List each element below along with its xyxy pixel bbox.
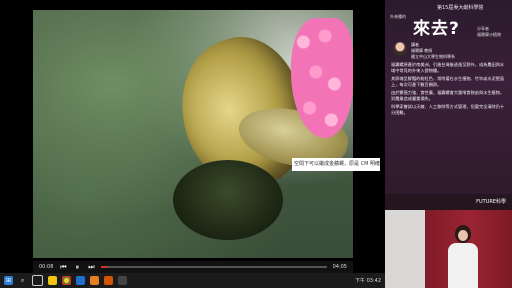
seek-progress xyxy=(101,266,109,268)
article-paragraph: 其卵塊呈鮮豔的粉紅色，常附著在水生植物、竹竿或水泥壁面上，每次可產下數百顆卵。 xyxy=(391,76,505,87)
rewind-icon[interactable]: ⏮ xyxy=(59,263,67,271)
slide-panel: 第15屆吳大猷科學營 外來種的 來去? 分享者 福爾摩沙植物 講者 福爾摩 教授… xyxy=(385,0,512,210)
speaker-info: 講者 福爾摩 教授 國立中山大學生物科學系 xyxy=(411,42,455,59)
speaker-face xyxy=(458,230,468,241)
main-title: 來去? xyxy=(413,19,460,39)
stage-wall xyxy=(385,210,425,288)
snail-body-image xyxy=(173,160,283,240)
file-explorer-icon[interactable] xyxy=(48,276,57,285)
banner-logo: FUTURE科學 xyxy=(476,199,506,205)
footer-banner: FUTURE科學 xyxy=(385,194,512,210)
article-paragraph: 由於繁殖力強、食性廣，福壽螺會大量啃食秧苗與水生植物，對農業造成嚴重損失。 xyxy=(391,90,505,101)
video-icon[interactable] xyxy=(118,276,127,285)
pause-icon[interactable]: ⏸ xyxy=(73,263,81,271)
seek-bar[interactable] xyxy=(101,266,327,268)
speaker-body xyxy=(448,243,478,288)
taskbar: ⊞ ⌕ 下午 03:42 xyxy=(0,273,385,288)
video-caption: 空間下可以繼成金蘋螺，原是 CM 明確因素 xyxy=(292,158,380,171)
event-title: 第15屆吳大猷科學營 xyxy=(437,5,484,11)
tray-clock: 下午 03:42 xyxy=(355,278,381,284)
start-icon[interactable]: ⊞ xyxy=(4,276,13,285)
speaker-avatar xyxy=(393,42,407,56)
total-time: 04:05 xyxy=(332,264,347,270)
snail-photo xyxy=(33,10,353,258)
article-text: 福壽螺原產於南美洲，引進台灣後逃逸至野外，成為農田與水域中常見的外來入侵物種。 … xyxy=(391,62,507,187)
player-controls[interactable]: 00:08 ⏮ ⏸ ⏭ 04:05 xyxy=(33,261,353,273)
small-title: 外來種的 xyxy=(390,14,406,19)
task-view-icon[interactable] xyxy=(32,275,43,286)
speaker-video xyxy=(385,210,512,288)
speaker-person xyxy=(445,225,481,288)
slides-icon[interactable] xyxy=(104,276,113,285)
article-paragraph: 科學家嘗試以天敵、人工移除等方式管理，但要完全清除仍十分困難。 xyxy=(391,104,505,115)
search-icon[interactable]: ⌕ xyxy=(18,276,27,285)
forward-icon[interactable]: ⏭ xyxy=(87,263,95,271)
current-time: 00:08 xyxy=(39,264,54,270)
article-paragraph: 福壽螺原產於南美洲，引進台灣後逃逸至野外，成為農田與水域中常見的外來入侵物種。 xyxy=(391,62,505,73)
media-icon[interactable] xyxy=(90,276,99,285)
side-note: 分享者 福爾摩沙植物 xyxy=(477,26,501,37)
main-video-view[interactable]: 空間下可以繼成金蘋螺，原是 CM 明確因素 00:08 ⏮ ⏸ ⏭ 04:05 xyxy=(0,0,385,273)
mail-icon[interactable] xyxy=(76,276,85,285)
browser-icon[interactable] xyxy=(62,276,71,285)
